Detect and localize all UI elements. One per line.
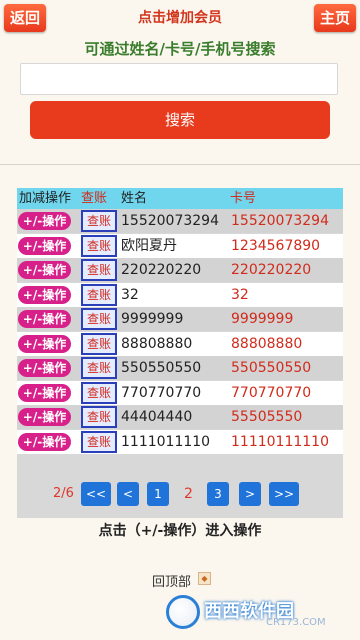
table-row: +/-操作 查账 44404440 55505550 bbox=[17, 405, 343, 429]
watermark-logo: 西西软件园 CR173.COM bbox=[166, 595, 346, 631]
table-header: 加减操作 查账 姓名 卡号 bbox=[17, 188, 343, 209]
prev-page-button[interactable]: < bbox=[117, 482, 139, 506]
member-card-number: 88808880 bbox=[231, 335, 303, 352]
member-name: 550550550 bbox=[121, 360, 202, 376]
header-name: 姓名 bbox=[121, 191, 148, 206]
table-row: +/-操作 查账 1111011110 11110111110 bbox=[17, 429, 343, 454]
header-query: 查账 bbox=[81, 191, 108, 206]
header-card: 卡号 bbox=[230, 191, 257, 206]
adjust-operation-button[interactable]: +/-操作 bbox=[18, 359, 71, 377]
add-member-link[interactable]: 点击增加会员 bbox=[0, 7, 360, 27]
operation-hint: 点击（+/-操作）进入操作 bbox=[98, 523, 262, 539]
query-account-button[interactable]: 查账 bbox=[81, 357, 117, 379]
query-account-button[interactable]: 查账 bbox=[81, 259, 117, 281]
member-card-number: 1234567890 bbox=[231, 237, 321, 254]
table-row: +/-操作 查账 9999999 9999999 bbox=[17, 307, 343, 331]
member-card-number: 55505550 bbox=[231, 409, 303, 425]
page-3-button[interactable]: 3 bbox=[207, 482, 229, 506]
adjust-operation-button[interactable]: +/-操作 bbox=[18, 334, 71, 353]
table-row: +/-操作 查账 88808880 88808880 bbox=[17, 331, 343, 356]
query-account-button[interactable]: 查账 bbox=[81, 283, 117, 306]
query-account-button[interactable]: 查账 bbox=[81, 210, 117, 232]
query-account-button[interactable]: 查账 bbox=[81, 406, 117, 428]
first-page-button[interactable]: << bbox=[81, 482, 111, 506]
adjust-operation-button[interactable]: +/-操作 bbox=[18, 432, 71, 451]
member-name: 770770770 bbox=[121, 384, 202, 401]
query-account-button[interactable]: 查账 bbox=[81, 234, 117, 257]
search-hint: 可通过姓名/卡号/手机号搜索 bbox=[84, 40, 276, 58]
watermark-sub: CR173.COM bbox=[266, 617, 326, 628]
last-page-button[interactable]: >> bbox=[269, 482, 299, 506]
query-account-button[interactable]: 查账 bbox=[81, 430, 117, 453]
search-input[interactable] bbox=[20, 63, 338, 95]
table-row: +/-操作 查账 欧阳夏丹 1234567890 bbox=[17, 233, 343, 258]
member-card-number: 32 bbox=[231, 286, 249, 303]
member-name: 32 bbox=[121, 286, 139, 303]
member-card-number: 9999999 bbox=[231, 311, 294, 327]
adjust-operation-button[interactable]: +/-操作 bbox=[18, 236, 71, 255]
top-bar: 返回 点击增加会员 主页 bbox=[0, 0, 360, 36]
table-row: +/-操作 查账 32 32 bbox=[17, 282, 343, 307]
adjust-operation-button[interactable]: +/-操作 bbox=[18, 383, 71, 402]
member-name: 220220220 bbox=[121, 262, 202, 278]
search-button[interactable]: 搜索 bbox=[30, 101, 330, 139]
query-account-button[interactable]: 查账 bbox=[81, 381, 117, 404]
table-row: +/-操作 查账 770770770 770770770 bbox=[17, 380, 343, 405]
member-card-number: 220220220 bbox=[231, 262, 312, 278]
member-name: 88808880 bbox=[121, 335, 193, 352]
divider bbox=[0, 164, 360, 165]
adjust-operation-button[interactable]: +/-操作 bbox=[18, 285, 71, 304]
adjust-operation-button[interactable]: +/-操作 bbox=[18, 261, 71, 279]
member-card-number: 770770770 bbox=[231, 384, 312, 401]
member-card-number: 15520073294 bbox=[231, 213, 329, 229]
pagination: 2/6 << < 1 2 3 > >> bbox=[17, 480, 343, 508]
member-name: 1111011110 bbox=[121, 433, 211, 450]
member-name: 9999999 bbox=[121, 311, 184, 327]
logo-circle-icon bbox=[166, 595, 200, 629]
next-page-button[interactable]: > bbox=[239, 482, 261, 506]
member-name: 44404440 bbox=[121, 409, 193, 425]
table-row: +/-操作 查账 550550550 550550550 bbox=[17, 356, 343, 380]
adjust-operation-button[interactable]: +/-操作 bbox=[18, 310, 71, 328]
member-table: 加减操作 查账 姓名 卡号 +/-操作 查账 15520073294 15520073… bbox=[17, 188, 343, 518]
arrow-up-icon[interactable]: ◆ bbox=[198, 572, 211, 585]
table-row: +/-操作 查账 15520073294 15520073294 bbox=[17, 209, 343, 233]
current-page: 2 bbox=[184, 486, 193, 502]
query-account-button[interactable]: 查账 bbox=[81, 308, 117, 330]
adjust-operation-button[interactable]: +/-操作 bbox=[18, 212, 71, 230]
adjust-operation-button[interactable]: +/-操作 bbox=[18, 408, 71, 426]
home-button[interactable]: 主页 bbox=[313, 4, 356, 32]
member-card-number: 11110111110 bbox=[231, 433, 329, 450]
query-account-button[interactable]: 查账 bbox=[81, 332, 117, 355]
member-name: 15520073294 bbox=[121, 213, 219, 229]
header-ops: 加减操作 bbox=[19, 191, 72, 206]
member-name: 欧阳夏丹 bbox=[121, 237, 177, 254]
table-row: +/-操作 查账 220220220 220220220 bbox=[17, 258, 343, 282]
back-to-top-link[interactable]: 回顶部 bbox=[152, 571, 191, 590]
page-1-button[interactable]: 1 bbox=[147, 482, 169, 506]
member-card-number: 550550550 bbox=[231, 360, 312, 376]
page-info: 2/6 bbox=[53, 486, 74, 501]
